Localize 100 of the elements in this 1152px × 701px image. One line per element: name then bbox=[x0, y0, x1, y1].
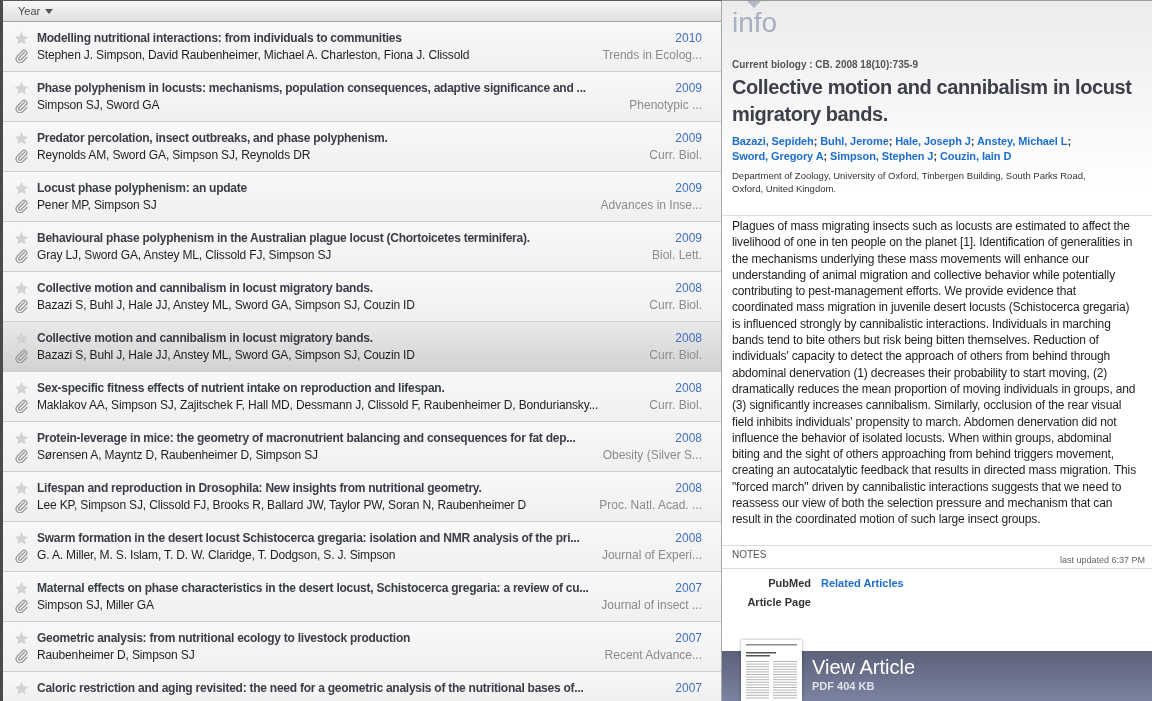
journal-text: Biol. Lett. bbox=[650, 247, 702, 264]
author-list: Lee KP, Simpson SJ, Clissold FJ, Brooks R, Ballard JW, Taylor PW, Soran N, Raubenheimer D bbox=[37, 497, 588, 514]
sort-column-header[interactable]: Year bbox=[16, 4, 56, 18]
citation-text: Current biology : CB. 2008 18(10):735-9 bbox=[732, 58, 920, 72]
file-size-text: PDF 404 KB bbox=[812, 679, 876, 693]
article-row[interactable]: Behavioural phase polyphenism in the Australian plague locust (Chortoicetes terminifera). 2009 Gray LJ, Sword GA, Anstey ML, Clissold FJ, Simpson SJ Biol. Lett. bbox=[3, 222, 721, 272]
year-text: 2008 bbox=[674, 530, 702, 547]
article-title: Locust phase polyphenism: an update bbox=[37, 180, 248, 197]
star-icon[interactable] bbox=[14, 281, 29, 296]
author-list: Stephen J. Simpson, David Raubenheimer, Michael A. Charleston, Fiona J. Clissold bbox=[37, 47, 591, 64]
link[interactable]: Related Articles bbox=[821, 573, 904, 593]
year-text: 2007 bbox=[674, 630, 702, 647]
author-list: Gray LJ, Sword GA, Anstey ML, Clissold FJ, Simpson SJ bbox=[37, 247, 640, 264]
author-list: Reynolds AM, Sword GA, Simpson SJ, Reynolds DR bbox=[37, 147, 638, 164]
view-article-link[interactable]: View Article bbox=[812, 655, 915, 679]
article-row[interactable]: Collective motion and cannibalism in locust migratory bands. 2008 Bazazi S, Buhl J, Hale JJ, Anstey ML, Sword GA, Simpson SJ, Couzin ID Curr. Biol. bbox=[3, 272, 721, 322]
journal-text: Phenotypic ... bbox=[628, 97, 702, 114]
author-list: Maklakov AA, Simpson SJ, Zajitschek F, Hall MD, Dessmann J, Clissold F, Raubenheimer D, Bonduriansky... bbox=[37, 397, 638, 414]
star-icon[interactable] bbox=[14, 181, 29, 196]
journal-text: Journal of insect ... bbox=[600, 597, 702, 614]
article-row[interactable]: Phase polyphenism in locusts: mechanisms, population consequences, adaptive significance and ... 2009 Simpson SJ, Sword GA Phenotypic ... bbox=[3, 72, 721, 122]
star-icon[interactable] bbox=[14, 31, 29, 46]
article-title: Lifespan and reproduction in Drosophila: New insights from nutritional geometry. bbox=[37, 480, 483, 497]
year-text: 2009 bbox=[674, 180, 702, 197]
author-list: Bazazi S, Buhl J, Hale JJ, Anstey ML, Sword GA, Simpson SJ, Couzin ID bbox=[37, 347, 638, 364]
star-icon[interactable] bbox=[14, 81, 29, 96]
article-row[interactable]: Locust phase polyphenism: an update 2009 Pener MP, Simpson SJ Advances in Inse... bbox=[3, 172, 721, 222]
journal-text: Advances in Inse... bbox=[599, 197, 702, 214]
article-heading: Collective motion and cannibalism in locust migratory bands. bbox=[732, 75, 1133, 127]
star-icon[interactable] bbox=[14, 531, 29, 546]
journal-text: Proc. Natl. Acad. ... bbox=[598, 497, 702, 514]
triangle-icon bbox=[747, 1, 761, 8]
year-text: 2009 bbox=[674, 130, 702, 147]
journal-text: Curr. Biol. bbox=[648, 347, 702, 364]
year-text: 2007 bbox=[674, 680, 702, 697]
article-title: Behavioural phase polyphenism in the Australian plague locust (Chortoicetes terminifera). bbox=[37, 230, 531, 247]
article-title: Modelling nutritional interactions: from individuals to communities bbox=[37, 30, 403, 47]
journal-text: Trends in Ecolog... bbox=[601, 47, 702, 64]
star-icon[interactable] bbox=[14, 481, 29, 496]
author-list: Simpson SJ, Miller GA bbox=[37, 597, 590, 614]
article-title: Predator percolation, insect outbreaks, and phase polyphenism. bbox=[37, 130, 389, 147]
journal-text: Curr. Biol. bbox=[648, 297, 702, 314]
author-link[interactable]: Hale, Joseph J bbox=[895, 135, 971, 147]
journal-text: Recent Advance... bbox=[603, 647, 702, 664]
journal-text: Curr. Biol. bbox=[648, 147, 702, 164]
article-title: Protein-leverage in mice: the geometry of macronutrient balancing and consequences for fat dep... bbox=[37, 430, 577, 447]
article-title: Collective motion and cannibalism in locust migratory bands. bbox=[37, 280, 374, 297]
article-title: Phase polyphenism in locusts: mechanisms, population consequences, adaptive significance and ... bbox=[37, 80, 587, 97]
caret-icon bbox=[45, 8, 54, 14]
article-row[interactable]: Collective motion and cannibalism in locust migratory bands. 2008 Bazazi S, Buhl J, Hale JJ, Anstey ML, Sword GA, Simpson SJ, Couzin ID Curr. Biol. bbox=[3, 322, 721, 372]
year-text: 2009 bbox=[674, 230, 702, 247]
star-icon[interactable] bbox=[14, 131, 29, 146]
article-row[interactable]: Swarm formation in the desert locust Schistocerca gregaria: isolation and NMR analysis of the pri... 2008 G. A. Miller, M. S. Islam, T. D. W. Claridge, T. Dodgson, S. J. Simpson Journal of Experi... bbox=[3, 522, 721, 572]
year-text: 2008 bbox=[674, 380, 702, 397]
star-icon[interactable] bbox=[14, 581, 29, 596]
panel-heading: info bbox=[732, 8, 779, 38]
article-row[interactable]: Modelling nutritional interactions: from individuals to communities 2010 Stephen J. Simpson, David Raubenheimer, Michael A. Charleston, Fiona J. Clissold Trends in Ecolog... bbox=[3, 22, 721, 72]
author-link[interactable]: Sword, Gregory A bbox=[732, 150, 824, 162]
author-list: Pener MP, Simpson SJ bbox=[37, 197, 589, 214]
article-title: Sex-specific fitness effects of nutrient intake on reproduction and lifespan. bbox=[37, 380, 446, 397]
year-text: 2007 bbox=[674, 580, 702, 597]
timestamp-text: last updated 6:37 PM bbox=[1059, 553, 1145, 567]
author-list: Raubenheimer D, Simpson SJ bbox=[37, 647, 593, 664]
field-label: PubMed bbox=[767, 575, 811, 591]
journal-text: Curr. Biol. bbox=[648, 397, 702, 414]
journal-text: Obesity (Silver S... bbox=[601, 447, 702, 464]
article-title: Maternal effects on phase characteristics in the desert locust, Schistocerca gregaria: a review of cu... bbox=[37, 580, 590, 597]
year-text: 2008 bbox=[674, 280, 702, 297]
author-list: Simpson SJ, Sword GA bbox=[37, 97, 618, 114]
section-label: NOTES bbox=[732, 547, 767, 562]
abstract-text: Plagues of mass migrating insects such as locusts are estimated to affect the livelihood of one in ten people on the planet [1]. Identification of generalities in the mechanisms underlying these mass movements will enhance our understanding of animal migration and collective behavior while potentially contributing to pest-management efforts. We provide evidence that coordinated mass migration in juvenile desert locusts (Schistocerca gregaria) is influenced strongly by cannibalistic interactions. Individuals in marching bands tend to bite others but risk being bitten themselves. Reduction of individuals' capacity to detect the approach of others from behind through abdominal denervation (1) decreases their probability to start moving, (2) dramatically reduces the mean proportion of moving individuals in groups, and (3) significantly increases cannibalism. Similarly, occlusion of the rear visual field inhibits individuals' propensity to march. Abdomen denervation did not influence the behavior of isolated locusts. When within groups, abdominal biting and the sight of others approaching from behind triggers movement, creating an autocatalytic feedback that results in directed mass migration. This "forced march" driven by cannibalistic interactions suggests that we need to reassess our view of both the selection pressure and mechanism that can result in the coordinated motion of such large insect groups. bbox=[731, 218, 1137, 529]
star-icon[interactable] bbox=[14, 431, 29, 446]
author-list: Bazazi S, Buhl J, Hale JJ, Anstey ML, Sword GA, Simpson SJ, Couzin ID bbox=[37, 297, 638, 314]
article-row[interactable]: Protein-leverage in mice: the geometry of macronutrient balancing and consequences for fat dep... 2008 Sørensen A, Mayntz D, Raubenheimer D, Simpson SJ Obesity (Silver S... bbox=[3, 422, 721, 472]
author-link[interactable]: Buhl, Jerome bbox=[820, 135, 889, 147]
star-icon[interactable] bbox=[14, 381, 29, 396]
year-text: 2010 bbox=[674, 30, 702, 47]
affiliation-text: Department of Zoology, University of Oxford, Tinbergen Building, South Parks Road, Oxford, United Kingdom. bbox=[732, 169, 1087, 195]
article-row[interactable]: Predator percolation, insect outbreaks, and phase polyphenism. 2009 Reynolds AM, Sword GA, Simpson SJ, Reynolds DR Curr. Biol. bbox=[3, 122, 721, 172]
article-title: Caloric restriction and aging revisited: the need for a geometric analysis of the nutritional bases of... bbox=[37, 680, 585, 697]
author-list: G. A. Miller, M. S. Islam, T. D. W. Claridge, T. Dodgson, S. J. Simpson bbox=[37, 547, 590, 564]
year-text: 2008 bbox=[674, 430, 702, 447]
article-row[interactable]: Sex-specific fitness effects of nutrient intake on reproduction and lifespan. 2008 Maklakov AA, Simpson SJ, Zajitschek F, Hall MD, Dessmann J, Clissold F, Raubenheimer D, Bonduriansky... Curr. Biol. bbox=[3, 372, 721, 422]
star-icon[interactable] bbox=[14, 631, 29, 646]
author-list: Bazazi, Sepideh; Buhl, Jerome; Hale, Joseph J; Anstey, Michael L; Sword, Gregory A; Simpson, Stephen J; Couzin, Iain D bbox=[732, 134, 1140, 164]
article-title: Swarm formation in the desert locust Schistocerca gregaria: isolation and NMR analysis of the pri... bbox=[37, 530, 581, 547]
field-label: Article Page bbox=[746, 594, 811, 610]
journal-text: Journal of Experi... bbox=[600, 547, 702, 564]
author-link[interactable]: Bazazi, Sepideh bbox=[732, 135, 814, 147]
star-icon[interactable] bbox=[14, 231, 29, 246]
star-icon[interactable] bbox=[14, 681, 29, 696]
article-row[interactable]: Geometric analysis: from nutritional ecology to livestock production 2007 Raubenheimer D, Simpson SJ Recent Advance... bbox=[3, 622, 721, 672]
year-text: 2009 bbox=[674, 80, 702, 97]
article-row[interactable]: Maternal effects on phase characteristics in the desert locust, Schistocerca gregaria: a review of cu... 2007 Simpson SJ, Miller GA Journal of insect ... bbox=[3, 572, 721, 622]
year-text: 2008 bbox=[674, 480, 702, 497]
author-list: Sørensen A, Mayntz D, Raubenheimer D, Simpson SJ bbox=[37, 447, 591, 464]
year-text: 2008 bbox=[674, 330, 702, 347]
article-row[interactable]: Lifespan and reproduction in Drosophila: New insights from nutritional geometry. 2008 Lee KP, Simpson SJ, Clissold FJ, Brooks R, Ballard JW, Taylor PW, Soran N, Raubenheimer D Proc. Natl. Acad. ... bbox=[3, 472, 721, 522]
author-link[interactable]: Couzin, Iain D bbox=[939, 150, 1012, 162]
article-title: Collective motion and cannibalism in locust migratory bands. bbox=[37, 330, 374, 347]
